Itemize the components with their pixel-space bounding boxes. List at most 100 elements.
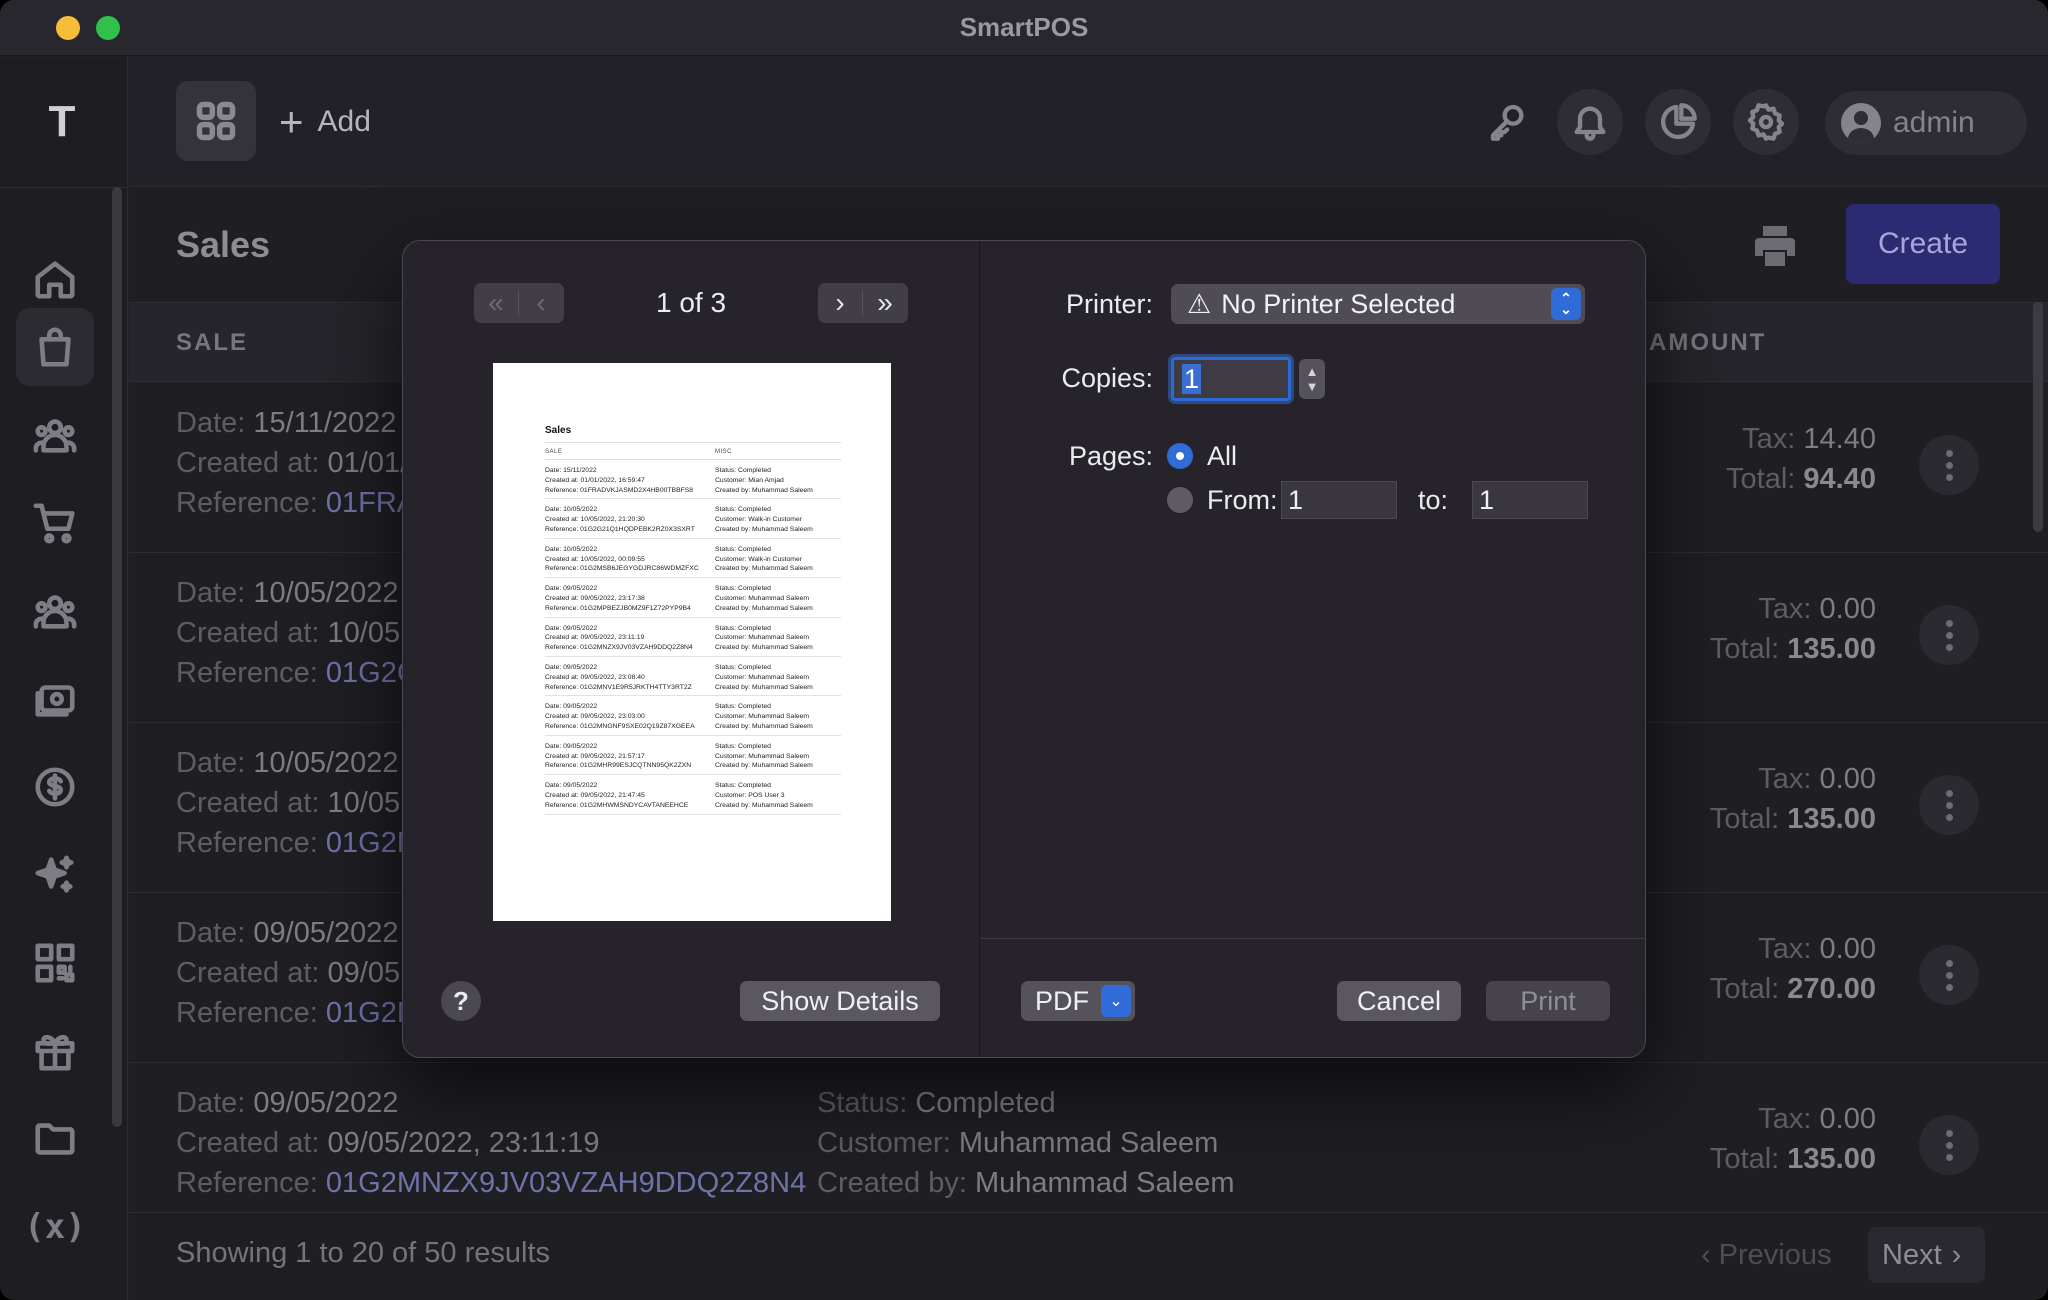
warning-icon: ⚠ — [1187, 288, 1212, 319]
preview-status: Status: Completed — [715, 585, 771, 593]
preview-created: Created at: 09/05/2022, 23:17:38 — [545, 594, 645, 602]
sale-tax: Tax: 14.40 — [1742, 423, 1876, 455]
apps-grid-button[interactable] — [176, 81, 256, 161]
reports-button[interactable] — [1645, 89, 1711, 155]
sidebar-item-cart[interactable] — [16, 484, 94, 562]
preview-status: Status: Completed — [715, 703, 771, 711]
bell-icon — [1574, 106, 1606, 141]
sidebar-item-qr[interactable] — [16, 924, 94, 1002]
sale-created: Created at: 10/05 — [176, 787, 401, 819]
create-button[interactable]: Create — [1846, 204, 2000, 284]
last-page-icon[interactable]: » — [863, 287, 907, 319]
license-key-button[interactable] — [1475, 89, 1541, 155]
add-label: Add — [317, 105, 371, 138]
top-bar: + Add admin — [129, 57, 2048, 187]
row-menu-button[interactable] — [1919, 1115, 1979, 1175]
sale-reference: Reference: 01G2MNZX9JV03VZAH9DDQ2Z8N4 — [176, 1167, 807, 1199]
users-icon — [33, 595, 77, 629]
preview-sale-cell: Date: 10/05/2022 Created at: 10/05/2022, … — [545, 545, 715, 574]
preview-customer: Customer: Muhammad Saleem — [715, 594, 810, 602]
column-amount[interactable]: AMOUNT — [1649, 329, 1766, 357]
show-details-button[interactable]: Show Details — [740, 981, 940, 1021]
sale-tax: Tax: 0.00 — [1758, 763, 1876, 795]
preview-misc-cell: Status: Completed Customer: Muhammad Sale… — [715, 663, 813, 692]
sidebar-item-payments[interactable] — [16, 748, 94, 826]
preview-misc-cell: Status: Completed Customer: Muhammad Sale… — [715, 624, 813, 653]
preview-misc-cell: Status: Completed Customer: Muhammad Sale… — [715, 584, 813, 613]
pages-from-label: From: — [1207, 485, 1278, 515]
sidebar-item-promotions[interactable] — [16, 836, 94, 914]
from-page-input[interactable]: 1 — [1281, 481, 1397, 519]
preview-rows: Date: 15/11/2022 Created at: 01/01/2022, … — [545, 460, 841, 815]
preview-reference: Reference: 01FRADVKJASMD2X4HB00TBBFS8 — [545, 486, 694, 494]
pdf-menu-button[interactable]: PDF ⌄ — [1021, 981, 1135, 1021]
to-page-input[interactable]: 1 — [1472, 481, 1588, 519]
pages-all-radio[interactable] — [1167, 443, 1193, 469]
preview-date: Date: 09/05/2022 — [545, 663, 598, 671]
sidebar-item-variables[interactable]: (x) — [16, 1188, 94, 1266]
print-button[interactable] — [1751, 222, 1811, 282]
preview-sale-cell: Date: 09/05/2022 Created at: 09/05/2022, … — [545, 702, 715, 731]
pages-label: Pages: — [1068, 441, 1153, 471]
first-page-icon[interactable]: « — [474, 287, 518, 319]
window-title: SmartPOS — [959, 12, 1089, 42]
sidebar-item-gift[interactable] — [16, 1012, 94, 1090]
sale-total: Total: 135.00 — [1709, 803, 1876, 835]
printer-select[interactable]: ⚠ No Printer Selected ⌃ ⌄ — [1171, 284, 1585, 324]
preview-reference: Reference: 01G2MPBEZJB0MZ9F1Z72PYP9B4 — [545, 604, 691, 612]
table-row[interactable]: Date: 09/05/2022 Created at: 09/05/2022,… — [129, 1063, 2048, 1213]
user-name: admin — [1893, 106, 1975, 139]
preview-customer: Customer: Walk-in Customer — [715, 516, 802, 524]
preview-status: Status: Completed — [715, 624, 771, 632]
sale-total: Total: 270.00 — [1709, 973, 1876, 1005]
chevron-right-icon: › — [1951, 1238, 1962, 1271]
copies-stepper[interactable]: ▲ ▼ — [1299, 359, 1325, 399]
sale-reference: Reference: 01G2C — [176, 657, 418, 689]
sidebar: T (x) — [0, 57, 128, 1300]
sparkles-icon — [35, 855, 74, 893]
preview-reference: Reference: 01G2MHWMSNDYCAVTANEEHCE — [545, 801, 689, 809]
page-preview: Sales SALE MISC Date: 15/11/2022 Created … — [493, 363, 891, 921]
row-menu-button[interactable] — [1919, 605, 1979, 665]
sidebar-item-cash[interactable] — [16, 660, 94, 738]
row-menu-button[interactable] — [1919, 775, 1979, 835]
preview-header: SALE MISC — [545, 443, 841, 460]
next-page-button[interactable]: Next › — [1868, 1227, 1986, 1283]
pages-range-radio[interactable] — [1167, 487, 1193, 513]
print-confirm-button[interactable]: Print — [1486, 981, 1610, 1021]
preview-by: Created by: Muhammad Saleem — [715, 565, 813, 573]
app-logo[interactable]: T — [0, 97, 124, 147]
preview-by: Created by: Muhammad Saleem — [715, 722, 813, 730]
preview-by: Created by: Muhammad Saleem — [715, 801, 813, 809]
preview-by: Created by: Muhammad Saleem — [715, 762, 813, 770]
sidebar-scrollbar[interactable] — [112, 187, 122, 1127]
select-chevron-icon: ⌃ ⌄ — [1551, 288, 1581, 320]
column-sale[interactable]: SALE — [176, 329, 248, 357]
preview-date: Date: 09/05/2022 — [545, 703, 598, 711]
previous-page-button[interactable]: ‹ Previous — [1687, 1227, 1846, 1283]
sidebar-item-customers[interactable] — [16, 396, 94, 474]
sidebar-item-users[interactable] — [16, 572, 94, 650]
sidebar-item-files[interactable] — [16, 1100, 94, 1178]
sidebar-item-sales[interactable] — [16, 308, 94, 386]
help-button[interactable]: ? — [441, 981, 481, 1021]
user-menu[interactable]: admin — [1825, 91, 2027, 155]
row-menu-button[interactable] — [1919, 945, 1979, 1005]
next-page-icon[interactable]: › — [818, 287, 862, 319]
preview-created: Created at: 09/05/2022, 21:47:45 — [545, 791, 645, 799]
preview-row: Date: 09/05/2022 Created at: 09/05/2022, … — [545, 578, 841, 618]
settings-button[interactable] — [1733, 89, 1799, 155]
notifications-button[interactable] — [1557, 89, 1623, 155]
add-button[interactable]: + Add — [279, 97, 371, 147]
preview-misc-cell: Status: Completed Customer: POS User 3 Cre… — [715, 781, 813, 810]
content-scrollbar[interactable] — [2033, 302, 2043, 532]
row-menu-button[interactable] — [1919, 435, 1979, 495]
copies-field[interactable]: 1 — [1171, 357, 1291, 401]
chevron-left-icon: ‹ — [1701, 1238, 1711, 1271]
preview-misc-cell: Status: Completed Customer: Walk-in Custo… — [715, 505, 813, 534]
preview-col-misc: MISC — [715, 449, 732, 455]
sale-reference: Reference: 01G2M — [176, 827, 422, 859]
sidebar-item-home[interactable] — [16, 240, 94, 318]
cancel-button[interactable]: Cancel — [1337, 981, 1461, 1021]
home-icon — [35, 261, 75, 299]
